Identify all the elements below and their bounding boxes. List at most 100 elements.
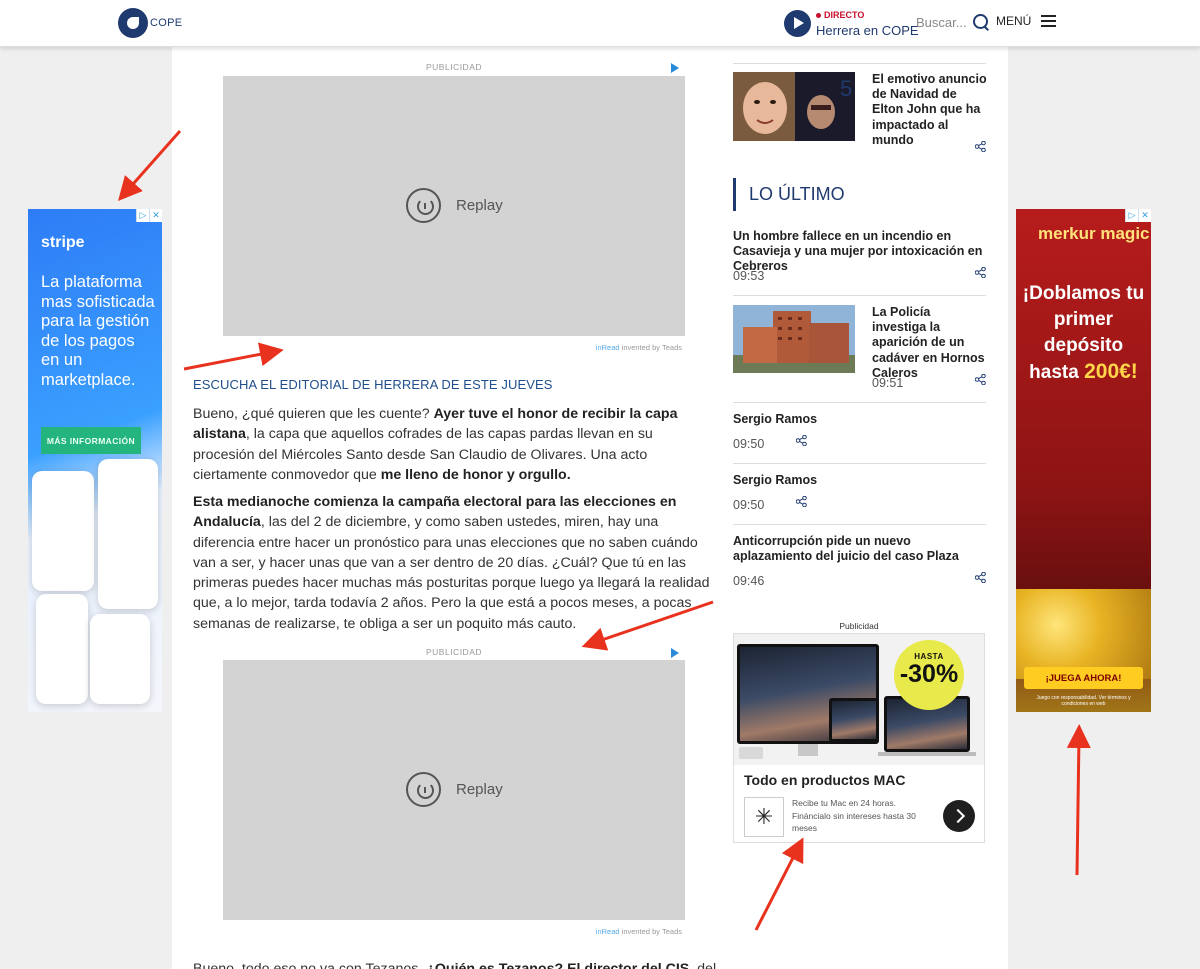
- share-icon[interactable]: [975, 141, 986, 152]
- replay-button[interactable]: Replay: [406, 772, 503, 807]
- latest-news-time: 09:51: [872, 376, 904, 390]
- replay-icon[interactable]: [406, 188, 441, 223]
- latest-news-time: 09:53: [733, 269, 765, 283]
- mac-products-ad[interactable]: ▷✕ HASTA -30% Todo en productos MAC ✳ Re…: [733, 633, 985, 843]
- share-icon[interactable]: [796, 435, 807, 446]
- site-header: COPE DIRECTO Herrera en COPE Buscar... M…: [0, 0, 1200, 47]
- share-icon[interactable]: [975, 267, 986, 278]
- ad-label: PUBLICIDAD: [425, 62, 482, 72]
- mac-ad-description: Recibe tu Mac en 24 horas. Fináncialo si…: [792, 798, 916, 833]
- mac-mini-image: [739, 747, 763, 759]
- p1-bold: me lleno de honor y orgullo.: [380, 466, 571, 483]
- stripe-cta-button[interactable]: MÁS INFORMACIÓN: [41, 427, 141, 454]
- ad-close-icon[interactable]: ✕: [1138, 209, 1151, 222]
- sidebar-divider: [733, 402, 986, 403]
- inread-suffix: invented by Teads: [621, 927, 682, 936]
- rank-number: 5: [840, 76, 853, 101]
- merkur-ad-copy: ¡Doblamos tu primer depósito hasta 200€!: [1022, 281, 1145, 386]
- video-player[interactable]: Replay: [223, 76, 685, 336]
- inread-brand: inRead: [595, 927, 620, 936]
- gold-coins-image: [1016, 589, 1151, 679]
- adchoices-icon[interactable]: [671, 648, 679, 658]
- badge-percent: -30%: [899, 660, 959, 688]
- live-badge: DIRECTO: [816, 10, 919, 20]
- ad-label: PUBLICIDAD: [425, 647, 482, 657]
- discount-badge: HASTA -30%: [894, 640, 964, 710]
- section-title-lo-ultimo[interactable]: LO ÚLTIMO: [733, 178, 845, 211]
- replay-label: Replay: [456, 781, 503, 798]
- ad-choices[interactable]: ▷✕: [1125, 209, 1151, 222]
- cope-logo-icon: [118, 8, 148, 38]
- merkur-side-ad[interactable]: ▷ ✕ merkur magic ¡Doblamos tu primer depó…: [1016, 209, 1151, 712]
- merkur-logo: merkur magic: [1038, 224, 1150, 243]
- merkur-amount: 200€!: [1084, 360, 1138, 383]
- building-photo: [733, 305, 855, 373]
- replay-icon[interactable]: [406, 772, 441, 807]
- article-thumbnail[interactable]: [733, 305, 855, 374]
- merkur-cta-button[interactable]: ¡JUEGA AHORA!: [1024, 667, 1143, 689]
- replay-button[interactable]: Replay: [406, 188, 503, 223]
- phone-mockup-image: [90, 614, 150, 704]
- sidebar-divider: [733, 295, 986, 296]
- share-icon[interactable]: [975, 572, 986, 583]
- p3-text: Bueno, todo eso no va con Tezanos.: [193, 961, 427, 969]
- article-paragraph-3: Bueno, todo eso no va con Tezanos. ¿Quié…: [193, 959, 718, 969]
- stripe-side-ad[interactable]: ▷ ✕ stripe La plataforma mas sofisticada …: [28, 209, 162, 712]
- most-read-title[interactable]: El emotivo anuncio de Navidad de Elton J…: [872, 72, 987, 148]
- share-icon[interactable]: [796, 496, 807, 507]
- latest-news-title[interactable]: Un hombre fallece en un incendio en Casa…: [733, 229, 988, 275]
- play-icon[interactable]: [784, 10, 811, 37]
- inread-credit[interactable]: inRead invented by Teads: [596, 343, 682, 352]
- inread-video-ad-1[interactable]: PUBLICIDAD Replay inRead invented by Tea…: [223, 60, 685, 355]
- elton-john-ad-image: [733, 72, 855, 141]
- search-icon[interactable]: [972, 14, 989, 30]
- hamburger-icon[interactable]: [1041, 15, 1057, 27]
- video-player[interactable]: Replay: [223, 660, 685, 920]
- share-icon[interactable]: [975, 374, 986, 385]
- latest-news-time: 09:50: [733, 498, 765, 512]
- article-thumbnail[interactable]: [733, 72, 855, 141]
- mac-ad-title[interactable]: Todo en productos MAC: [744, 772, 906, 788]
- cope-logo[interactable]: COPE: [118, 8, 182, 38]
- latest-news-title[interactable]: La Policía investiga la aparición de un …: [872, 305, 987, 381]
- latest-news-time: 09:46: [733, 574, 765, 588]
- latest-news-time: 09:50: [733, 437, 765, 451]
- stripe-logo: stripe: [41, 234, 85, 251]
- inread-credit[interactable]: inRead invented by Teads: [596, 927, 682, 936]
- menu-button[interactable]: MENÚ: [996, 14, 1057, 28]
- latest-news-title[interactable]: Anticorrupción pide un nuevo aplazamient…: [733, 534, 988, 564]
- retailer-logo-icon: ✳: [744, 797, 784, 837]
- p3-text: , del Centro: [689, 961, 718, 969]
- chevron-right-icon[interactable]: [943, 800, 975, 832]
- annotation-arrow: [1066, 724, 1091, 876]
- search-placeholder[interactable]: Buscar...: [916, 15, 967, 30]
- macbook-image: [829, 698, 879, 742]
- editorial-audio-link[interactable]: ESCUCHA EL EDITORIAL DE HERRERA DE ESTE …: [193, 377, 553, 392]
- menu-label: MENÚ: [996, 14, 1032, 28]
- adchoices-icon[interactable]: [671, 63, 679, 73]
- article-paragraph-1: Bueno, ¿qué quieren que les cuente? Ayer…: [193, 404, 718, 485]
- adchoices-icon[interactable]: ▷: [1125, 209, 1138, 222]
- ad-label: Publicidad: [839, 621, 879, 631]
- sidebar-divider: [733, 63, 986, 64]
- latest-news-title[interactable]: Sergio Ramos: [733, 412, 933, 427]
- stripe-ad-copy: La plataforma mas sofisticada para la ge…: [41, 273, 155, 389]
- phone-mockup-image: [36, 594, 88, 704]
- phone-mockup-image: [32, 471, 94, 591]
- p3-bold[interactable]: ¿Quién es Tezanos? El director del CIS: [426, 961, 689, 969]
- p2-text: , las del 2 de diciembre, y como saben u…: [193, 514, 710, 632]
- ad-close-icon[interactable]: ✕: [149, 209, 162, 222]
- replay-label: Replay: [456, 197, 503, 214]
- latest-news-title[interactable]: Sergio Ramos: [733, 473, 933, 488]
- adchoices-icon[interactable]: ▷: [136, 209, 149, 222]
- live-program-name: Herrera en COPE: [816, 22, 919, 38]
- logo-text: COPE: [150, 17, 183, 29]
- inread-video-ad-2[interactable]: PUBLICIDAD Replay inRead invented by Tea…: [223, 645, 685, 940]
- live-radio-player[interactable]: DIRECTO Herrera en COPE: [784, 10, 919, 37]
- phone-mockup-image: [98, 459, 158, 609]
- search-box[interactable]: Buscar...: [916, 14, 989, 30]
- macbook-base: [878, 752, 976, 756]
- sidebar-divider: [733, 524, 986, 525]
- ad-choices[interactable]: ▷✕: [136, 209, 162, 222]
- p1-text: Bueno, ¿qué quieren que les cuente?: [193, 406, 434, 422]
